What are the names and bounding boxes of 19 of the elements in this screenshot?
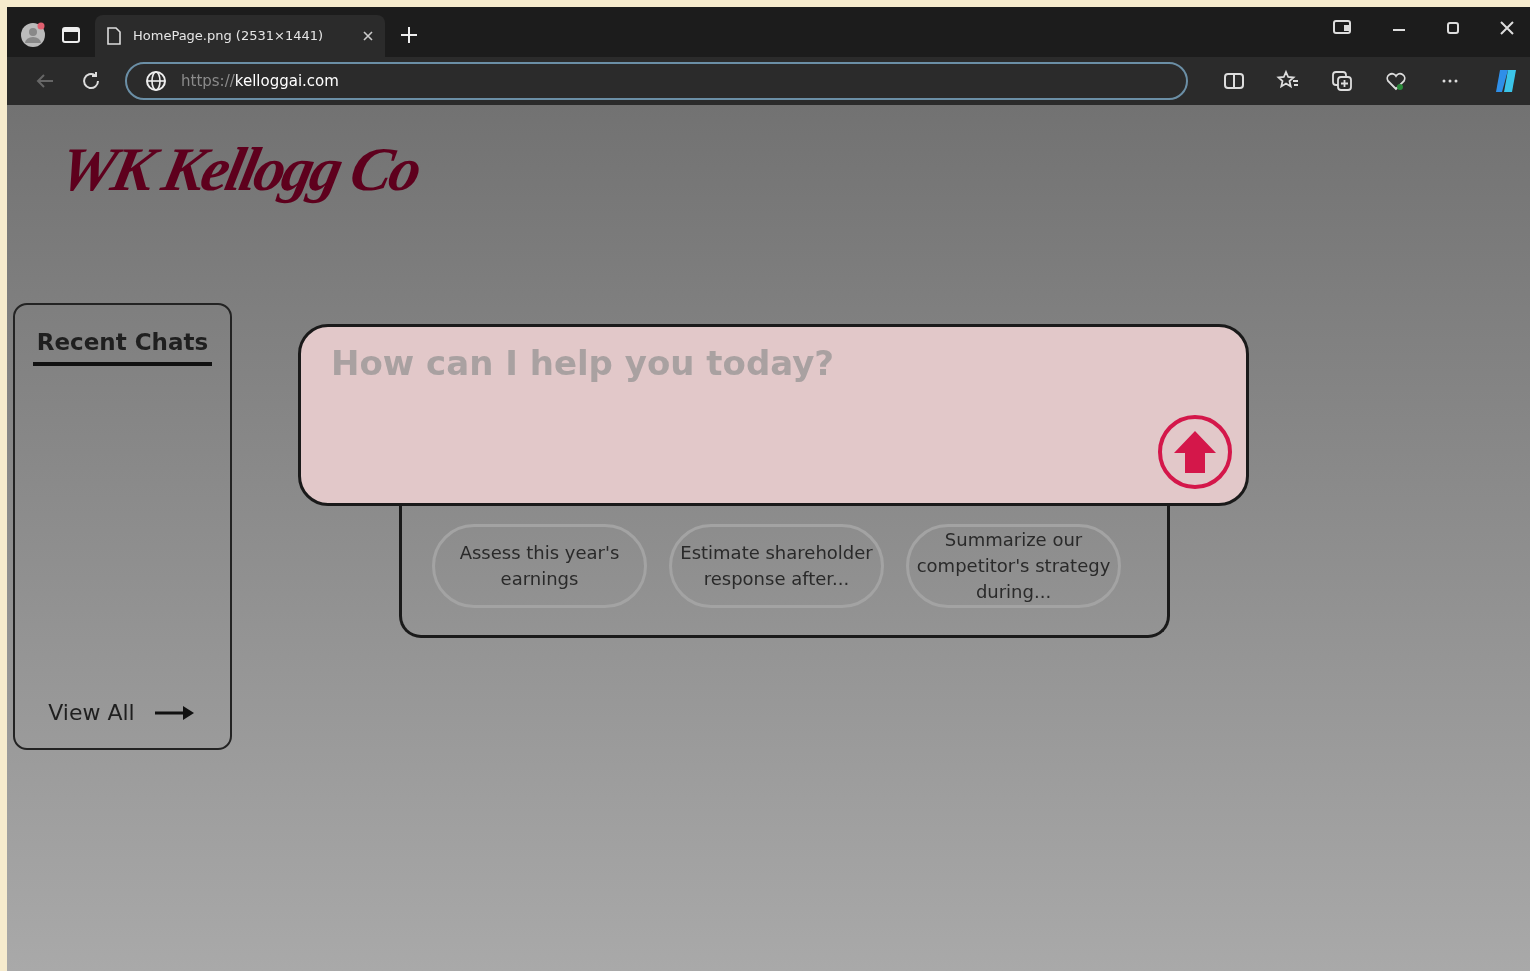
- suggestion-chip[interactable]: Estimate shareholder response after...: [669, 524, 884, 609]
- address-bar[interactable]: https://kelloggai.com: [125, 62, 1188, 100]
- window-icon[interactable]: [1332, 19, 1354, 37]
- prompt-field[interactable]: How can I help you today?: [298, 324, 1249, 507]
- browser-tab[interactable]: HomePage.png (2531×1441): [95, 15, 385, 57]
- suggestion-chip[interactable]: Summarize our competitor's strategy during...: [906, 524, 1121, 609]
- suggestion-chip[interactable]: Assess this year's earnings: [432, 524, 647, 609]
- globe-icon: [145, 70, 167, 92]
- file-icon: [105, 26, 123, 46]
- close-icon[interactable]: [1498, 19, 1516, 37]
- send-button[interactable]: [1158, 415, 1232, 490]
- prompt-input[interactable]: How can I help you today?: [329, 337, 1232, 391]
- panel-title: Recent Chats: [32, 325, 213, 366]
- maximize-icon[interactable]: [1444, 19, 1462, 37]
- profile-avatar-icon[interactable]: [19, 21, 47, 49]
- close-tab-icon[interactable]: [361, 29, 375, 43]
- logo: WK Kellogg Co: [53, 135, 426, 204]
- collections-icon[interactable]: [1330, 69, 1354, 93]
- view-all-link[interactable]: View All: [42, 695, 203, 731]
